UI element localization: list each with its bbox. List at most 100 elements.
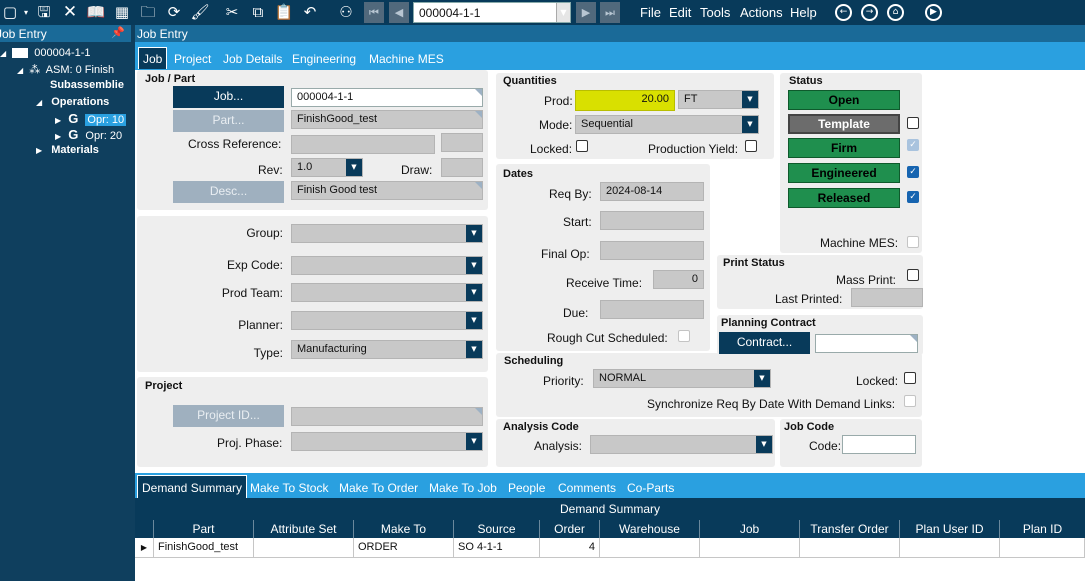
locked-checkbox[interactable] bbox=[576, 140, 588, 152]
desc-button[interactable]: Desc... bbox=[173, 181, 284, 203]
chevron-down-icon[interactable]: ▼ bbox=[466, 225, 482, 242]
receive-time-field[interactable]: 0 bbox=[653, 270, 704, 289]
draw-field[interactable] bbox=[441, 158, 483, 177]
menu-edit[interactable]: Edit bbox=[669, 5, 691, 20]
project-id-field[interactable] bbox=[291, 407, 483, 426]
tab-demand-summary[interactable]: Demand Summary bbox=[137, 475, 248, 498]
tab-make-to-stock[interactable]: Make To Stock bbox=[250, 481, 328, 495]
column-header-warehouse[interactable]: Warehouse bbox=[600, 520, 700, 538]
tab-project[interactable]: Project bbox=[174, 52, 211, 66]
chevron-down-icon[interactable]: ▼ bbox=[742, 116, 758, 133]
column-header-part[interactable]: Part bbox=[154, 520, 254, 538]
column-header-order[interactable]: Order bbox=[540, 520, 600, 538]
table-cell-source[interactable]: SO 4-1-1 bbox=[454, 538, 540, 558]
cut-icon[interactable]: ✂ bbox=[222, 3, 242, 22]
job-button[interactable]: Job... bbox=[173, 86, 284, 108]
table-cell-transfer-order[interactable] bbox=[800, 538, 900, 558]
production-yield-checkbox[interactable] bbox=[745, 140, 757, 152]
cross-reference-field[interactable] bbox=[291, 135, 435, 154]
column-header-attribute-set[interactable]: Attribute Set bbox=[254, 520, 354, 538]
menu-file[interactable]: File bbox=[640, 5, 661, 20]
copy-icon[interactable]: ⧉ bbox=[248, 3, 268, 22]
table-cell-order[interactable]: 4 bbox=[540, 538, 600, 558]
refresh-icon[interactable]: ⟳ bbox=[164, 3, 184, 22]
folder-icon[interactable]: 🗀 bbox=[138, 3, 158, 22]
released-checkbox[interactable]: ✓ bbox=[907, 191, 919, 203]
chevron-down-icon[interactable]: ▼ bbox=[466, 433, 482, 450]
job-number-combo[interactable]: 000004-1-1 ▼ bbox=[413, 2, 571, 23]
priority-combo[interactable]: NORMAL ▼ bbox=[593, 369, 771, 388]
last-record-icon[interactable]: ⏭ bbox=[600, 2, 620, 23]
engineered-status-button[interactable]: Engineered bbox=[788, 163, 900, 183]
tab-make-to-job[interactable]: Make To Job bbox=[429, 481, 497, 495]
save-icon[interactable]: 🖫 bbox=[34, 3, 54, 22]
binoculars-icon[interactable]: ⚇ bbox=[336, 3, 356, 22]
rev-combo[interactable]: 1.0 ▼ bbox=[291, 158, 363, 177]
tab-engineering[interactable]: Engineering bbox=[292, 52, 356, 66]
new-dropdown-icon[interactable]: ▾ bbox=[16, 3, 36, 22]
tree-op10-node[interactable]: ▶ G Opr: 10 bbox=[55, 111, 127, 126]
analysis-combo[interactable]: ▼ bbox=[590, 435, 773, 454]
chevron-down-icon[interactable]: ▼ bbox=[742, 91, 758, 108]
type-combo[interactable]: Manufacturing ▼ bbox=[291, 340, 483, 359]
mass-print-checkbox[interactable] bbox=[907, 269, 919, 281]
paste-icon[interactable]: 📋 bbox=[274, 3, 294, 22]
menu-help[interactable]: Help bbox=[790, 5, 817, 20]
tree-asm-node[interactable]: ◢ ⁂ ASM: 0 Finish bbox=[17, 63, 114, 76]
tab-co-parts[interactable]: Co-Parts bbox=[627, 481, 674, 495]
table-cell-plan-id[interactable] bbox=[1000, 538, 1085, 558]
project-id-button[interactable]: Project ID... bbox=[173, 405, 284, 427]
delete-icon[interactable]: ✕ bbox=[60, 3, 80, 22]
table-cell-job[interactable] bbox=[700, 538, 800, 558]
calculator-icon[interactable]: ▦ bbox=[112, 3, 132, 22]
chevron-down-icon[interactable]: ▼ bbox=[754, 370, 770, 387]
proj-phase-combo[interactable]: ▼ bbox=[291, 432, 483, 451]
table-cell-warehouse[interactable] bbox=[600, 538, 700, 558]
rough-cut-scheduled-checkbox[interactable] bbox=[678, 330, 690, 342]
machine-mes-checkbox[interactable] bbox=[907, 236, 919, 248]
book-icon[interactable]: 📖 bbox=[86, 3, 106, 22]
mode-combo[interactable]: Sequential ▼ bbox=[575, 115, 759, 134]
tree-operations-node[interactable]: ◢ Operations bbox=[36, 96, 109, 108]
forward-icon[interactable]: → bbox=[861, 4, 878, 21]
expand-icon[interactable]: ▶ bbox=[55, 132, 61, 141]
play-icon[interactable]: ▶ bbox=[925, 4, 942, 21]
chevron-down-icon[interactable]: ▼ bbox=[466, 257, 482, 274]
job-number-field[interactable]: 000004-1-1 bbox=[291, 88, 483, 107]
chevron-down-icon[interactable]: ▼ bbox=[756, 436, 772, 453]
open-status-button[interactable]: Open bbox=[788, 90, 900, 110]
tab-job[interactable]: Job bbox=[138, 47, 168, 69]
chevron-down-icon[interactable]: ▼ bbox=[556, 3, 570, 22]
collapse-icon[interactable]: ◢ bbox=[36, 98, 42, 107]
home-icon[interactable]: ⌂ bbox=[887, 4, 904, 21]
tab-comments[interactable]: Comments bbox=[558, 481, 616, 495]
tab-people[interactable]: People bbox=[508, 481, 545, 495]
undo-icon[interactable]: ↶ bbox=[300, 3, 320, 22]
table-cell-plan-user-id[interactable] bbox=[900, 538, 1000, 558]
contract-field[interactable] bbox=[815, 334, 918, 353]
uom-combo[interactable]: FT ▼ bbox=[678, 90, 759, 109]
previous-record-icon[interactable]: ◀ bbox=[389, 2, 409, 23]
expand-icon[interactable]: ▶ bbox=[36, 146, 42, 155]
firm-checkbox[interactable]: ✓ bbox=[907, 139, 919, 151]
req-by-date-field[interactable]: 2024-08-14 bbox=[600, 182, 704, 201]
engineered-checkbox[interactable]: ✓ bbox=[907, 166, 919, 178]
scheduling-locked-checkbox[interactable] bbox=[904, 372, 916, 384]
due-date-field[interactable] bbox=[600, 300, 704, 319]
sync-req-by-checkbox[interactable] bbox=[904, 395, 916, 407]
menu-actions[interactable]: Actions bbox=[740, 5, 783, 20]
tab-job-details[interactable]: Job Details bbox=[223, 52, 282, 66]
tab-make-to-order[interactable]: Make To Order bbox=[339, 481, 418, 495]
row-indicator-icon[interactable]: ▶ bbox=[135, 538, 154, 558]
chevron-down-icon[interactable]: ▼ bbox=[466, 312, 482, 329]
column-header-transfer-order[interactable]: Transfer Order bbox=[800, 520, 900, 538]
tree-materials-node[interactable]: ▶ Materials bbox=[36, 144, 99, 156]
back-icon[interactable]: ← bbox=[835, 4, 852, 21]
collapse-icon[interactable]: ◢ bbox=[0, 49, 6, 58]
chevron-down-icon[interactable]: ▼ bbox=[466, 284, 482, 301]
prod-team-combo[interactable]: ▼ bbox=[291, 283, 483, 302]
cross-reference-extra-field[interactable] bbox=[441, 133, 483, 152]
column-header-job[interactable]: Job bbox=[700, 520, 800, 538]
chevron-down-icon[interactable]: ▼ bbox=[346, 159, 362, 176]
column-header-plan-id[interactable]: Plan ID bbox=[1000, 520, 1085, 538]
